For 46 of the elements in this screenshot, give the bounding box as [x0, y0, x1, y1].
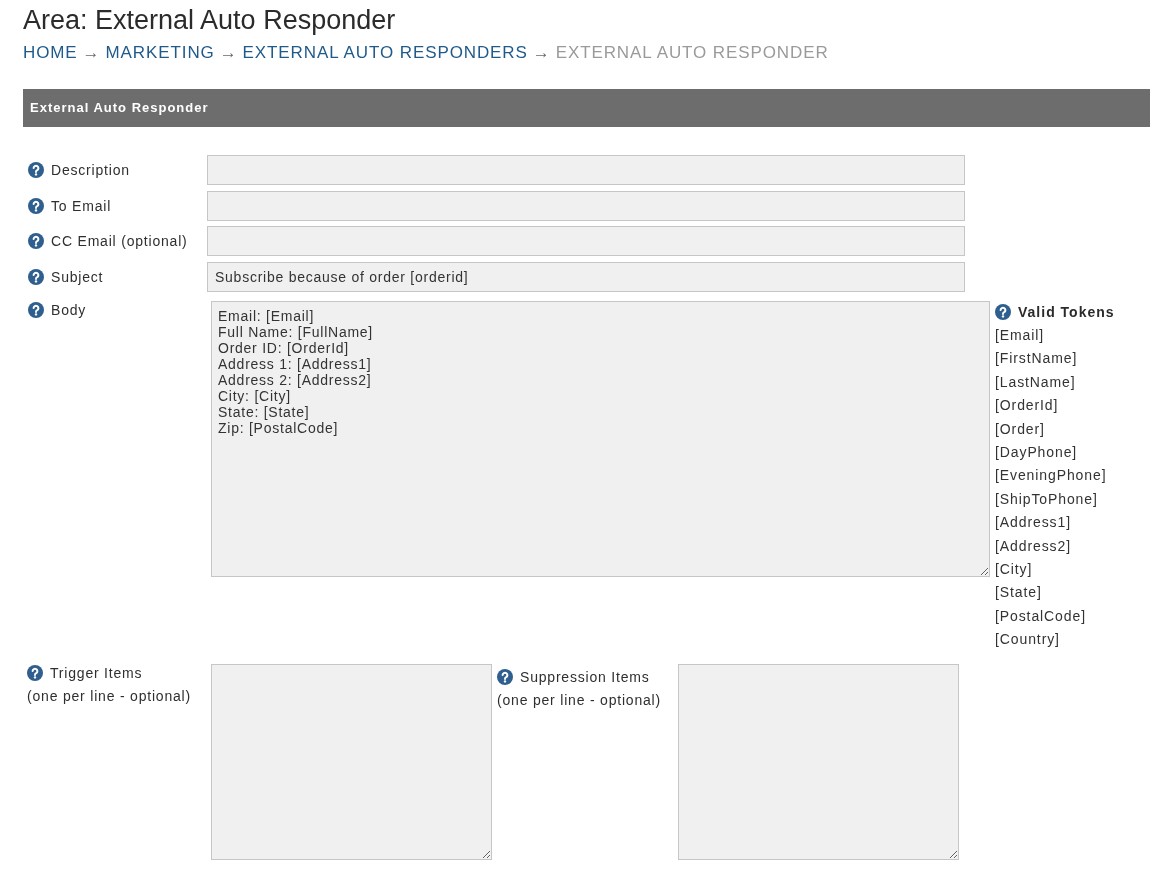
breadcrumb-arrow: → — [82, 43, 101, 62]
field-hint: (one per line - optional) — [27, 686, 192, 705]
help-icon[interactable] — [995, 304, 1011, 320]
help-icon[interactable] — [28, 269, 44, 285]
breadcrumb-link[interactable]: MARKETING — [105, 43, 215, 62]
help-icon[interactable] — [28, 233, 44, 249]
token-text: [Email] — [995, 326, 1046, 345]
field-label: To Email — [51, 197, 112, 215]
token-text: [Address1] — [995, 513, 1072, 533]
help-icon[interactable] — [28, 302, 44, 318]
token-text: [Order] — [995, 419, 1046, 439]
body-textarea[interactable]: Email: [Email] Full Name: [FullName] Order ID: [OrderId] Address 1: [Address1] Address 2: [Address2] City: [City] State: [State] Zip: [PostalCode] — [211, 301, 990, 577]
token-text: [City] — [995, 560, 1034, 580]
field-label: Trigger Items — [50, 663, 143, 682]
field-hint: (one per line - optional) — [497, 690, 662, 709]
text-field[interactable] — [207, 191, 965, 221]
field-label: Subject — [51, 268, 104, 286]
panel-header: External Auto Responder — [23, 89, 1150, 127]
field-label: Description — [51, 161, 130, 179]
field-label: Suppression Items — [520, 667, 650, 686]
token-text: [State] — [995, 583, 1043, 603]
token-text: [FirstName] — [995, 349, 1079, 369]
breadcrumb-current: EXTERNAL AUTO RESPONDER — [555, 43, 829, 62]
help-icon[interactable] — [28, 198, 44, 214]
token-text: [EveningPhone] — [995, 466, 1108, 486]
breadcrumb-link[interactable]: HOME — [23, 43, 78, 62]
breadcrumb-link[interactable]: EXTERNAL AUTO RESPONDERS — [242, 43, 528, 62]
token-text: [Address2] — [995, 536, 1072, 556]
help-icon[interactable] — [497, 668, 513, 685]
token-text: [PostalCode] — [995, 606, 1087, 626]
token-text: [Country] — [995, 630, 1061, 650]
token-text: [OrderId] — [995, 396, 1060, 416]
tokens-heading: Valid Tokens — [1018, 303, 1115, 322]
token-text: [LastName] — [995, 372, 1077, 392]
breadcrumb-arrow: → — [219, 43, 238, 62]
page-title: Area: External Auto Responder — [23, 4, 397, 36]
field-label: Body — [51, 301, 87, 319]
text-field[interactable]: Subscribe because of order [orderid] — [207, 262, 965, 292]
breadcrumb-arrow: → — [532, 43, 551, 62]
text-field[interactable] — [207, 226, 965, 256]
token-text: [DayPhone] — [995, 443, 1079, 463]
help-icon[interactable] — [27, 664, 43, 681]
token-text: [ShipToPhone] — [995, 489, 1099, 509]
help-icon[interactable] — [28, 162, 44, 178]
field-label: CC Email (optional) — [51, 232, 188, 250]
text-field[interactable] — [207, 155, 965, 185]
